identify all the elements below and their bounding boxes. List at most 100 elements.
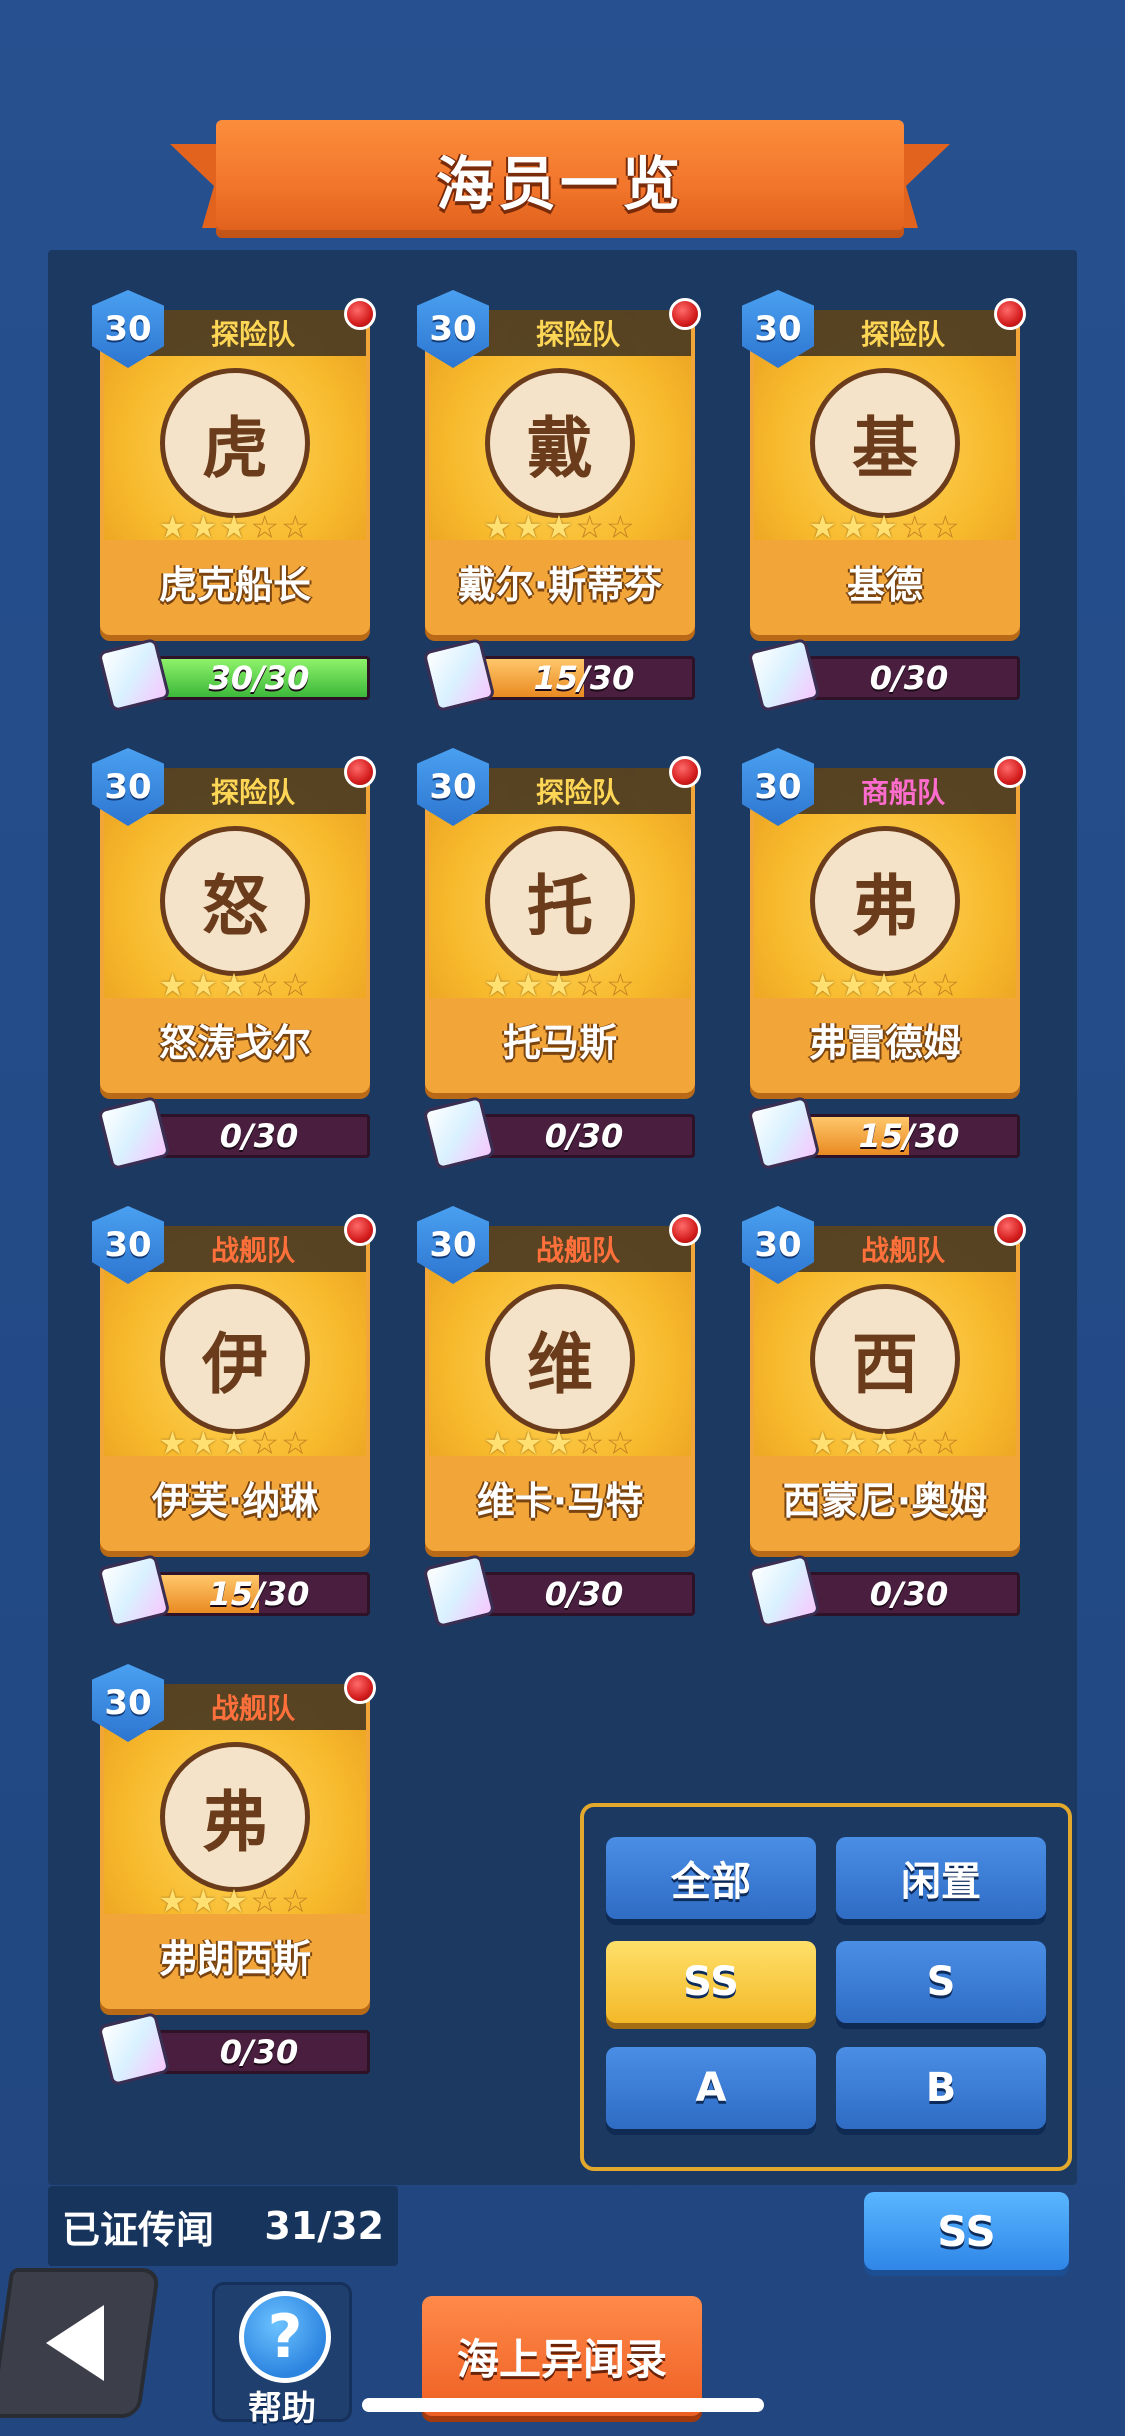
crew-name: 托马斯 <box>502 1020 617 1065</box>
filter-idle-button[interactable]: 闲置 <box>836 1837 1046 1919</box>
crew-card[interactable]: 戴探险队 ★★★☆☆ 戴尔·斯蒂芬 30 <box>417 290 701 635</box>
shard-progress: 15/30 <box>97 1553 370 1629</box>
crew-name: 西蒙尼·奥姆 <box>782 1478 988 1523</box>
crew-portrait: 虎 <box>160 368 310 518</box>
shard-progress: 0/30 <box>747 637 1020 713</box>
star-filled-icon: ★ <box>869 966 901 1004</box>
star-filled-icon: ★ <box>188 1882 220 1920</box>
page-title: 海员一览 <box>435 150 684 218</box>
crew-card[interactable]: 怒探险队 ★★★☆☆ 怒涛戈尔 30 <box>92 748 376 1093</box>
crew-name: 伊芙·纳琳 <box>151 1478 319 1523</box>
star-empty-icon: ☆ <box>900 1424 932 1462</box>
crew-card[interactable]: 托探险队 ★★★☆☆ 托马斯 30 <box>417 748 701 1093</box>
star-rating: ★★★☆☆ <box>100 508 370 546</box>
star-filled-icon: ★ <box>158 1882 189 1920</box>
star-filled-icon: ★ <box>544 1424 576 1462</box>
notification-dot-icon <box>669 1214 701 1246</box>
star-rating: ★★★☆☆ <box>750 1424 1020 1462</box>
back-button[interactable] <box>0 2268 161 2418</box>
star-empty-icon: ☆ <box>931 508 962 546</box>
star-empty-icon: ☆ <box>900 508 932 546</box>
back-arrow-icon <box>46 2305 104 2381</box>
star-filled-icon: ★ <box>219 966 251 1004</box>
crew-portrait: 弗 <box>810 826 960 976</box>
star-rating: ★★★☆☆ <box>100 1882 370 1920</box>
shard-progress: 0/30 <box>747 1553 1020 1629</box>
crew-portrait: 基 <box>810 368 960 518</box>
notification-dot-icon <box>994 298 1026 330</box>
star-empty-icon: ☆ <box>250 508 282 546</box>
star-filled-icon: ★ <box>188 966 220 1004</box>
banner-body: 海员一览 <box>216 120 904 238</box>
team-label: 探险队 <box>465 310 691 356</box>
crew-name: 戴尔·斯蒂芬 <box>457 562 663 607</box>
crew-portrait: 托 <box>485 826 635 976</box>
star-empty-icon: ☆ <box>281 1424 312 1462</box>
crew-card[interactable]: 西战舰队 ★★★☆☆ 西蒙尼·奥姆 30 <box>742 1206 1026 1551</box>
filter-all-button[interactable]: 全部 <box>606 1837 816 1919</box>
crew-name: 弗朗西斯 <box>158 1936 311 1981</box>
crew-card[interactable]: 弗商船队 ★★★☆☆ 弗雷德姆 30 <box>742 748 1026 1093</box>
star-filled-icon: ★ <box>838 966 870 1004</box>
team-label: 探险队 <box>140 768 366 814</box>
star-filled-icon: ★ <box>158 508 189 546</box>
star-filled-icon: ★ <box>513 508 545 546</box>
shard-progress: 30/30 <box>97 637 370 713</box>
filter-b-button[interactable]: B <box>836 2047 1046 2129</box>
crew-card[interactable]: 虎探险队 ★★★☆☆ 虎克船长 30 <box>92 290 376 635</box>
filter-box: 全部 闲置 SS S A B <box>580 1803 1072 2171</box>
star-filled-icon: ★ <box>483 1424 514 1462</box>
star-rating: ★★★☆☆ <box>750 508 1020 546</box>
star-filled-icon: ★ <box>483 966 514 1004</box>
notification-dot-icon <box>344 756 376 788</box>
star-empty-icon: ☆ <box>900 966 932 1004</box>
star-rating: ★★★☆☆ <box>100 1424 370 1462</box>
progress-label: 0/30 <box>544 1117 624 1155</box>
star-filled-icon: ★ <box>838 508 870 546</box>
star-filled-icon: ★ <box>513 1424 545 1462</box>
shard-progress: 0/30 <box>422 1553 695 1629</box>
crew-card[interactable]: 伊战舰队 ★★★☆☆ 伊芙·纳琳 30 <box>92 1206 376 1551</box>
star-empty-icon: ☆ <box>281 508 312 546</box>
star-filled-icon: ★ <box>808 1424 839 1462</box>
progress-label: 15/30 <box>858 1117 960 1155</box>
team-label: 战舰队 <box>465 1226 691 1272</box>
shard-progress: 0/30 <box>97 1095 370 1171</box>
shard-progress: 0/30 <box>422 1095 695 1171</box>
crew-name: 维卡·马特 <box>476 1478 644 1523</box>
star-filled-icon: ★ <box>808 508 839 546</box>
star-filled-icon: ★ <box>158 966 189 1004</box>
crew-card[interactable]: 弗战舰队 ★★★☆☆ 弗朗西斯 30 <box>92 1664 376 2009</box>
team-label: 商船队 <box>790 768 1016 814</box>
star-filled-icon: ★ <box>483 508 514 546</box>
notification-dot-icon <box>344 1672 376 1704</box>
star-empty-icon: ☆ <box>575 1424 607 1462</box>
star-filled-icon: ★ <box>808 966 839 1004</box>
star-filled-icon: ★ <box>219 508 251 546</box>
filter-a-button[interactable]: A <box>606 2047 816 2129</box>
star-filled-icon: ★ <box>544 966 576 1004</box>
crew-portrait: 维 <box>485 1284 635 1434</box>
progress-label: 15/30 <box>533 659 635 697</box>
star-empty-icon: ☆ <box>250 966 282 1004</box>
rank-ss-button[interactable]: SS <box>864 2192 1069 2270</box>
star-rating: ★★★☆☆ <box>100 966 370 1004</box>
star-filled-icon: ★ <box>869 508 901 546</box>
star-empty-icon: ☆ <box>250 1882 282 1920</box>
crew-portrait: 怒 <box>160 826 310 976</box>
team-label: 战舰队 <box>790 1226 1016 1272</box>
home-indicator[interactable] <box>362 2398 764 2412</box>
progress-label: 30/30 <box>208 659 310 697</box>
filter-ss-button[interactable]: SS <box>606 1941 816 2023</box>
star-filled-icon: ★ <box>544 508 576 546</box>
crew-card[interactable]: 维战舰队 ★★★☆☆ 维卡·马特 30 <box>417 1206 701 1551</box>
crew-card[interactable]: 基探险队 ★★★☆☆ 基德 30 <box>742 290 1026 635</box>
question-mark-icon: ? <box>239 2291 331 2383</box>
help-label: 帮助 <box>248 2389 316 2429</box>
star-empty-icon: ☆ <box>250 1424 282 1462</box>
notification-dot-icon <box>994 1214 1026 1246</box>
help-button[interactable]: ? 帮助 <box>212 2282 352 2429</box>
proof-count: 31/32 <box>264 2204 384 2248</box>
star-empty-icon: ☆ <box>575 508 607 546</box>
filter-s-button[interactable]: S <box>836 1941 1046 2023</box>
